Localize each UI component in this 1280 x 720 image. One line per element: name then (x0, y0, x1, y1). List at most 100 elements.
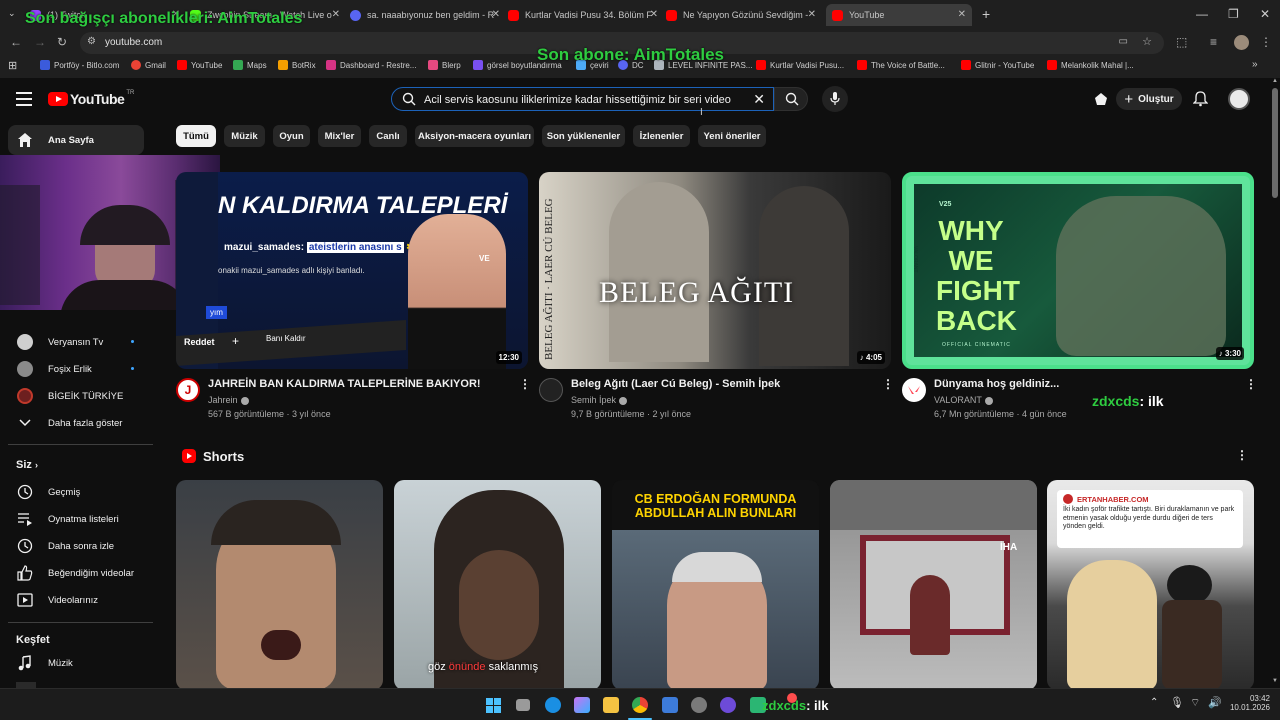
volume-icon[interactable]: 🔊 (1208, 696, 1222, 709)
video-thumbnail[interactable]: BELEG AĞITI · LAER CÚ BELEG BELEG AĞITI … (539, 172, 891, 369)
video-thumbnail[interactable]: V25 WHY WE FIGHT BACK OFFICIAL CINEMATIC… (902, 172, 1254, 369)
forward-icon[interactable]: → (34, 35, 46, 49)
search-input[interactable]: Acil servis kaosunu iliklerimize kadar h… (391, 87, 774, 111)
file-explorer-icon[interactable] (603, 697, 619, 713)
url-text[interactable]: youtube.com (105, 37, 162, 48)
edge-icon[interactable] (545, 697, 561, 713)
video-title[interactable]: JAHREİN BAN KALDIRMA TALEPLERİNE BAKIYOR… (208, 378, 481, 390)
scroll-down-icon[interactable]: ▼ (1272, 678, 1278, 684)
show-more-button[interactable]: Daha fazla göster (8, 408, 144, 438)
sidebar-item-playlists[interactable]: Oynatma listeleri (8, 504, 144, 534)
more-options-icon[interactable]: ⋮ (1245, 377, 1257, 391)
browser-menu-icon[interactable]: ⋮ (1260, 35, 1272, 49)
close-window-icon[interactable]: ✕ (1260, 7, 1270, 21)
media-icon[interactable]: ≡ (1210, 35, 1217, 49)
search-button[interactable] (774, 87, 808, 111)
youtube-logo[interactable]: YouTube TR (48, 90, 134, 107)
network-icon[interactable]: ⌔ (1190, 696, 1200, 710)
chip-music[interactable]: Müzik (224, 125, 265, 147)
channel-name[interactable]: VALORANT (934, 395, 993, 405)
sidebar-item-watch-later[interactable]: Daha sonra izle (8, 531, 144, 561)
sidebar-item-history[interactable]: Geçmiş (8, 477, 144, 507)
browser-tab[interactable]: Kurtlar Vadisi Pusu 34. Bölüm F ✕ (508, 4, 658, 26)
sidebar-sub-veryansin[interactable]: Veryansın Tv (8, 327, 144, 357)
short-video-card[interactable]: CB ERDOĞAN FORMUNDA ABDULLAH ALIN BUNLAR… (612, 480, 819, 690)
bookmark-item[interactable]: Gmail (131, 60, 166, 70)
scroll-up-icon[interactable]: ▲ (1272, 78, 1278, 84)
bookmark-item[interactable]: Portföy - Bitlo.com (40, 60, 119, 70)
video-title[interactable]: Beleg Ağıtı (Laer Cú Beleg) - Semih İpek (571, 378, 780, 390)
bookmark-item[interactable]: The Voice of Battle... (857, 60, 945, 70)
page-scrollbar[interactable]: ▲ ▼ (1270, 78, 1280, 688)
windows-start-icon[interactable] (486, 698, 501, 713)
clock[interactable]: 03:42 10.01.2026 (1230, 694, 1270, 712)
chip-mixes[interactable]: Mix'ler (318, 125, 361, 147)
minimize-icon[interactable]: — (1196, 7, 1208, 21)
tab-close-icon[interactable]: ✕ (808, 9, 816, 20)
sidebar-sub-bigeik[interactable]: BİGEİK TÜRKİYE (8, 381, 144, 411)
chrome-icon[interactable] (632, 697, 648, 713)
site-info-icon[interactable]: ⚙ (87, 36, 96, 47)
app-icon[interactable] (662, 697, 678, 713)
more-bookmarks-icon[interactable]: » (1252, 59, 1258, 70)
extensions-icon[interactable]: ⬚ (1176, 35, 1187, 49)
sidebar-item-home[interactable]: Ana Sayfa (8, 125, 144, 155)
account-avatar[interactable] (1228, 88, 1250, 110)
short-video-card[interactable]: göz önünde saklanmış (394, 480, 601, 690)
tray-overflow-icon[interactable]: ⌃ (1150, 697, 1158, 708)
browser-tab-active[interactable]: YouTube ✕ (826, 4, 972, 26)
tab-search-chevron-icon[interactable]: ⌄ (8, 8, 16, 19)
video-title[interactable]: Dünyama hoş geldiniz... (934, 378, 1059, 390)
short-video-card[interactable] (176, 480, 383, 690)
profile-avatar[interactable] (1234, 35, 1249, 50)
bookmark-star-icon[interactable]: ☆ (1142, 35, 1152, 48)
chip-all[interactable]: Tümü (176, 125, 216, 147)
new-tab-icon[interactable]: + (982, 6, 990, 22)
microphone-tray-icon[interactable]: 🎙 (1170, 696, 1184, 709)
channel-name[interactable]: Semih İpek (571, 395, 628, 405)
chip-action-adventure[interactable]: Aksiyon-macera oyunları (415, 125, 534, 147)
short-video-card[interactable]: ERTANHABER.COM İki kadın şoför trafikte … (1047, 480, 1254, 690)
browser-tab[interactable]: sa. naaabıyonuz ben geldim - R ✕ (350, 4, 500, 26)
cast-icon[interactable]: ▭ (1119, 36, 1128, 47)
chip-recently-uploaded[interactable]: Son yüklenenler (542, 125, 625, 147)
settings-icon[interactable] (691, 697, 707, 713)
bookmark-item[interactable]: Maps (233, 60, 267, 70)
chip-watched[interactable]: İzlenenler (633, 125, 690, 147)
tab-close-icon[interactable]: ✕ (332, 9, 340, 20)
clear-search-icon[interactable]: ✕ (753, 91, 765, 108)
copilot-icon[interactable] (574, 697, 590, 713)
browser-tab[interactable]: Ne Yapıyon Gözünü Sevdiğim - ✕ (666, 4, 816, 26)
hamburger-menu-icon[interactable] (16, 92, 32, 106)
sidebar-item-music[interactable]: Müzik (8, 648, 144, 678)
shorts-more-options-icon[interactable]: ⋮ (1236, 448, 1248, 462)
task-view-icon[interactable] (516, 699, 530, 711)
bookmark-item[interactable]: Blerp (428, 60, 461, 70)
sidebar-sub-fosix[interactable]: Foşix Erlik (8, 354, 144, 384)
channel-name[interactable]: Jahrein (208, 395, 249, 405)
video-thumbnail[interactable]: N KALDIRMA TALEPLERİ mazui_samades: atei… (176, 172, 528, 369)
create-button[interactable]: + Oluştur (1116, 88, 1182, 110)
voice-search-button[interactable] (822, 86, 848, 112)
more-options-icon[interactable]: ⋮ (882, 377, 894, 391)
bookmark-item[interactable]: BotRix (278, 60, 316, 70)
tab-close-icon[interactable]: ✕ (650, 9, 658, 20)
bookmark-item[interactable]: Glitnir - YouTube (961, 60, 1034, 70)
you-section-header[interactable]: Siz › (16, 459, 38, 471)
chip-live[interactable]: Canlı (369, 125, 407, 147)
bookmark-item[interactable]: Dashboard - Restre... (326, 60, 416, 70)
tab-close-icon[interactable]: ✕ (492, 9, 500, 20)
scrollbar-thumb[interactable] (1272, 88, 1278, 198)
back-icon[interactable]: ← (10, 35, 22, 49)
app-icon[interactable] (720, 697, 736, 713)
search-query-text[interactable]: Acil servis kaosunu iliklerimize kadar h… (424, 94, 734, 106)
bookmark-item[interactable]: Kurtlar Vadisi Pusu... (756, 60, 844, 70)
tab-close-icon[interactable]: ✕ (958, 9, 966, 20)
chip-gaming[interactable]: Oyun (273, 125, 310, 147)
bookmark-item[interactable]: Melankolik Mahal |... (1047, 60, 1134, 70)
more-options-icon[interactable]: ⋮ (519, 377, 531, 391)
bookmark-item[interactable]: YouTube (177, 60, 222, 70)
sidebar-item-liked-videos[interactable]: Beğendiğim videolar (8, 558, 144, 588)
channel-avatar[interactable] (902, 378, 926, 402)
channel-avatar[interactable] (539, 378, 563, 402)
